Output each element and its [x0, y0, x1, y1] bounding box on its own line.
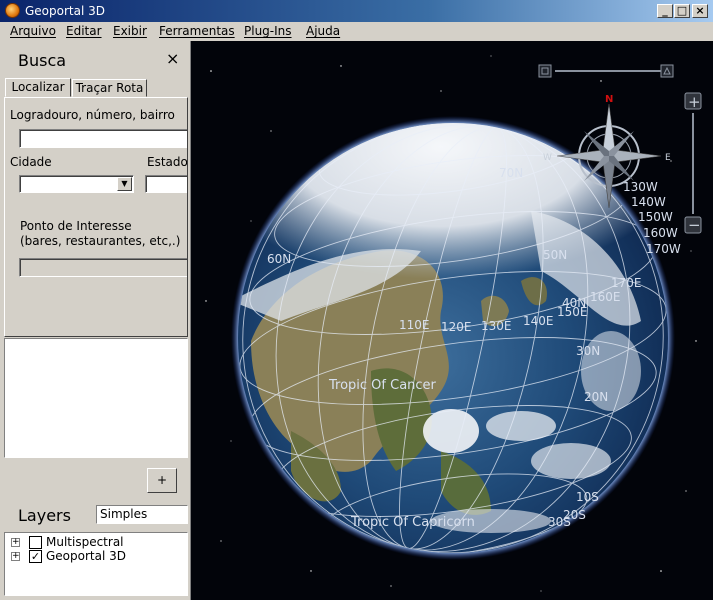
expand-icon[interactable]: + — [11, 538, 20, 547]
lat-label: 20N — [584, 390, 608, 404]
maximize-button[interactable]: □ — [674, 4, 690, 18]
lat-label: 50N — [543, 248, 567, 262]
lat-label: 30S — [548, 515, 571, 529]
menu-plug-ins[interactable]: Plug-Ins — [244, 24, 292, 38]
tropic-of-cancer-label: Tropic Of Cancer — [328, 378, 437, 393]
state-label: Estado — [147, 155, 188, 169]
layers-tree: + Multispectral + ✓ Geoportal 3D — [4, 532, 188, 596]
lon-label: 120E — [441, 320, 472, 334]
compass-e-label: E — [665, 153, 671, 163]
menu-bar: Arquivo Editar Exibir Ferramentas Plug-I… — [0, 22, 713, 41]
globe-viewport[interactable]: 70N 60N 50N 40N 30N 20N 10S 20S 30S 110E… — [190, 41, 713, 600]
menu-ferramentas[interactable]: Ferramentas — [159, 24, 235, 38]
close-window-button[interactable]: × — [692, 4, 708, 18]
search-panel-title: Busca — [18, 51, 67, 70]
layers-view-mode[interactable]: Simples — [96, 505, 188, 524]
layer-label: Multispectral — [46, 535, 124, 549]
lon-label: 170W — [646, 242, 681, 256]
tropic-of-capricorn-label: Tropic Of Capricorn — [350, 515, 475, 530]
layers-title: Layers — [18, 506, 71, 525]
lon-label: 150W — [638, 210, 673, 224]
tilt-slider[interactable] — [538, 64, 674, 78]
zoom-in-icon[interactable]: + — [688, 93, 701, 111]
lon-label: 130E — [481, 319, 512, 333]
app-icon — [5, 3, 20, 18]
lon-label: 110E — [399, 318, 430, 332]
lat-label: 30N — [576, 344, 600, 358]
lat-label: 60N — [267, 252, 291, 266]
title-bar[interactable]: Geoportal 3D _ □ × — [0, 0, 713, 22]
lat-label: 10S — [576, 490, 599, 504]
menu-exibir[interactable]: Exibir — [113, 24, 147, 38]
tilt-right-icon[interactable] — [660, 64, 674, 78]
left-panel: Busca × Localizar Traçar Rota Logradouro… — [0, 41, 190, 600]
state-dropdown[interactable] — [145, 175, 187, 193]
search-results-list[interactable] — [4, 338, 188, 458]
address-input[interactable] — [19, 129, 187, 148]
lon-label: 160W — [643, 226, 678, 240]
zoom-out-icon[interactable]: − — [688, 216, 701, 234]
window-title: Geoportal 3D — [25, 4, 105, 18]
tab-tracar-rota[interactable]: Traçar Rota — [72, 79, 147, 97]
tilt-left-icon[interactable] — [538, 64, 552, 78]
menu-editar[interactable]: Editar — [66, 24, 102, 38]
city-dropdown[interactable]: ▼ — [19, 175, 134, 193]
poi-input[interactable] — [19, 258, 187, 277]
lon-label: 140W — [631, 195, 666, 209]
zoom-control[interactable]: + − — [684, 92, 702, 234]
tab-localizar[interactable]: Localizar — [5, 78, 71, 97]
lon-label: 130W — [623, 180, 658, 194]
expand-icon[interactable]: + — [11, 552, 20, 561]
compass-w-label: W — [543, 153, 552, 163]
address-label: Logradouro, número, bairro — [10, 108, 175, 122]
lon-label: 140E — [523, 314, 554, 328]
poi-label-hint: (bares, restaurantes, etc,.) — [20, 234, 181, 248]
lon-label: 150E — [557, 305, 588, 319]
layer-checkbox[interactable] — [29, 536, 42, 549]
menu-ajuda[interactable]: Ajuda — [306, 24, 340, 38]
search-tab-panel: Logradouro, número, bairro Cidade Estado… — [4, 97, 188, 337]
chevron-down-icon[interactable]: ▼ — [117, 177, 132, 191]
globe-canvas[interactable]: 70N 60N 50N 40N 30N 20N 10S 20S 30S 110E… — [191, 41, 713, 600]
minimize-button[interactable]: _ — [657, 4, 673, 18]
compass-n-label: N — [605, 94, 613, 105]
poi-label: Ponto de Interesse — [20, 219, 132, 233]
lat-label: 70N — [499, 166, 523, 180]
menu-arquivo[interactable]: Arquivo — [10, 24, 56, 38]
layer-label: Geoportal 3D — [46, 549, 126, 563]
city-label: Cidade — [10, 155, 52, 169]
lon-label: 160E — [590, 290, 621, 304]
layer-checkbox[interactable]: ✓ — [29, 550, 42, 563]
lon-label: 170E — [611, 276, 642, 290]
add-button[interactable]: + — [147, 468, 177, 493]
close-icon[interactable]: × — [166, 49, 179, 68]
